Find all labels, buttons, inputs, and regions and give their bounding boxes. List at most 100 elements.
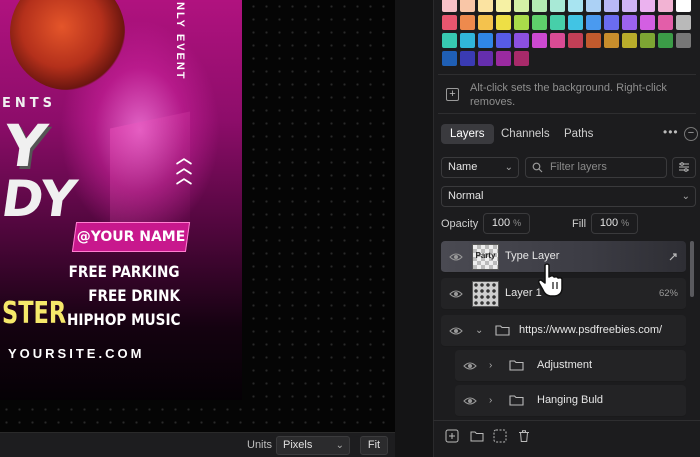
color-swatch[interactable] [676, 15, 691, 30]
color-swatch[interactable] [478, 33, 493, 48]
search-icon [532, 158, 543, 177]
hand-pointer-icon [538, 263, 563, 297]
color-swatch[interactable] [460, 33, 475, 48]
filter-layers-input[interactable]: Filter layers [525, 157, 667, 178]
filter-kind-select[interactable]: Name ⌄ [441, 157, 519, 178]
layer-group-row[interactable]: › Adjustment [455, 350, 686, 382]
color-swatch[interactable] [496, 0, 511, 12]
chevron-down-icon: ⌄ [335, 440, 344, 451]
color-swatch[interactable] [496, 51, 511, 66]
poster-letter-dy: DY [0, 170, 81, 228]
color-swatch[interactable] [658, 33, 673, 48]
fill-input[interactable]: 100% [591, 213, 638, 234]
color-swatch[interactable] [622, 33, 637, 48]
eye-icon[interactable] [449, 324, 463, 338]
color-swatch[interactable] [568, 0, 583, 12]
color-swatch[interactable] [640, 0, 655, 12]
color-swatch[interactable] [604, 33, 619, 48]
more-options-icon[interactable]: ••• [663, 125, 679, 139]
layer-group-row[interactable]: ⌄ https://www.psdfreebies.com/ [441, 315, 686, 347]
layer-opacity: 62% [658, 288, 678, 299]
color-swatch[interactable] [478, 51, 493, 66]
color-swatch[interactable] [586, 0, 601, 12]
add-layer-icon[interactable] [445, 429, 459, 443]
poster-vertical-text: NLY EVENT [174, 2, 186, 81]
percent-unit: % [621, 218, 630, 228]
color-swatch[interactable] [604, 0, 619, 12]
folder-icon[interactable] [470, 429, 484, 443]
canvas[interactable]: ENTS Y DY NLY EVENT ︿ ︿ ︿ @YOUR NAME FRE… [0, 0, 395, 432]
color-swatch[interactable] [514, 15, 529, 30]
color-swatch[interactable] [550, 0, 565, 12]
status-bar: Units Pixels ⌄ Fit [0, 432, 395, 457]
tab-channels[interactable]: Channels [492, 124, 559, 144]
poster-feature: FREE DRINK [88, 286, 180, 305]
eye-icon[interactable] [463, 359, 477, 373]
layers-footer-toolbar [433, 420, 700, 457]
units-label: Units [247, 439, 273, 451]
poster-feature: FREE PARKING [69, 262, 180, 281]
color-swatch[interactable] [550, 15, 565, 30]
color-swatch[interactable] [496, 33, 511, 48]
eye-icon[interactable] [449, 250, 463, 264]
chevron-down-icon[interactable]: ⌄ [475, 325, 483, 336]
color-swatch[interactable] [658, 15, 673, 30]
color-swatch[interactable] [658, 0, 673, 12]
color-swatch[interactable] [604, 15, 619, 30]
blend-mode-select[interactable]: Normal ⌄ [441, 186, 696, 207]
color-swatch[interactable] [532, 15, 547, 30]
color-swatch[interactable] [478, 0, 493, 12]
eye-icon[interactable] [463, 394, 477, 408]
folder-icon [509, 395, 524, 406]
poster-ster-text: STER [2, 296, 67, 331]
chevron-down-icon: ⌄ [504, 162, 513, 173]
color-swatch[interactable] [640, 15, 655, 30]
trash-icon[interactable] [517, 429, 531, 443]
poster-feature: HIPHOP MUSIC [66, 310, 180, 329]
color-swatch[interactable] [640, 33, 655, 48]
color-swatch[interactable] [442, 51, 457, 66]
chevron-right-icon[interactable]: › [489, 395, 492, 406]
fit-button[interactable]: Fit [360, 436, 388, 455]
color-swatch[interactable] [622, 15, 637, 30]
tab-layers[interactable]: Layers [441, 124, 494, 144]
color-swatch[interactable] [568, 33, 583, 48]
panel-tabs: Layers Channels Paths ••• − [434, 122, 700, 146]
color-swatch[interactable] [586, 33, 601, 48]
eye-icon[interactable] [449, 287, 463, 301]
color-swatch[interactable] [460, 15, 475, 30]
color-swatch[interactable] [460, 51, 475, 66]
layer-group-row[interactable]: › Hanging Buld [455, 385, 686, 417]
color-swatch[interactable] [676, 33, 691, 48]
collapse-icon[interactable]: − [684, 127, 698, 141]
poster-chevrons: ︿ ︿ ︿ [176, 151, 192, 187]
layers-scrollbar[interactable] [690, 241, 694, 297]
color-swatch[interactable] [550, 33, 565, 48]
color-swatch[interactable] [622, 0, 637, 12]
folder-icon [509, 360, 524, 371]
color-swatch[interactable] [478, 15, 493, 30]
layer-name: Type Layer [505, 250, 560, 262]
color-swatch[interactable] [568, 15, 583, 30]
chevron-right-icon[interactable]: › [489, 360, 492, 371]
units-select[interactable]: Pixels ⌄ [276, 436, 350, 455]
color-swatch[interactable] [442, 15, 457, 30]
mask-icon[interactable] [493, 429, 507, 443]
filter-options-button[interactable] [672, 157, 696, 178]
color-swatch[interactable] [496, 15, 511, 30]
add-swatch-icon[interactable]: + [446, 88, 459, 101]
link-icon [669, 253, 677, 261]
color-swatch[interactable] [460, 0, 475, 12]
color-swatch[interactable] [442, 33, 457, 48]
tab-paths[interactable]: Paths [555, 124, 602, 144]
color-swatch[interactable] [532, 33, 547, 48]
color-swatch[interactable] [514, 33, 529, 48]
color-swatch[interactable] [586, 15, 601, 30]
opacity-input[interactable]: 100% [483, 213, 530, 234]
color-swatch[interactable] [514, 51, 529, 66]
color-swatch[interactable] [514, 0, 529, 12]
color-swatch[interactable] [676, 0, 691, 12]
filter-placeholder: Filter layers [550, 161, 607, 173]
color-swatch[interactable] [442, 0, 457, 12]
color-swatch[interactable] [532, 0, 547, 12]
